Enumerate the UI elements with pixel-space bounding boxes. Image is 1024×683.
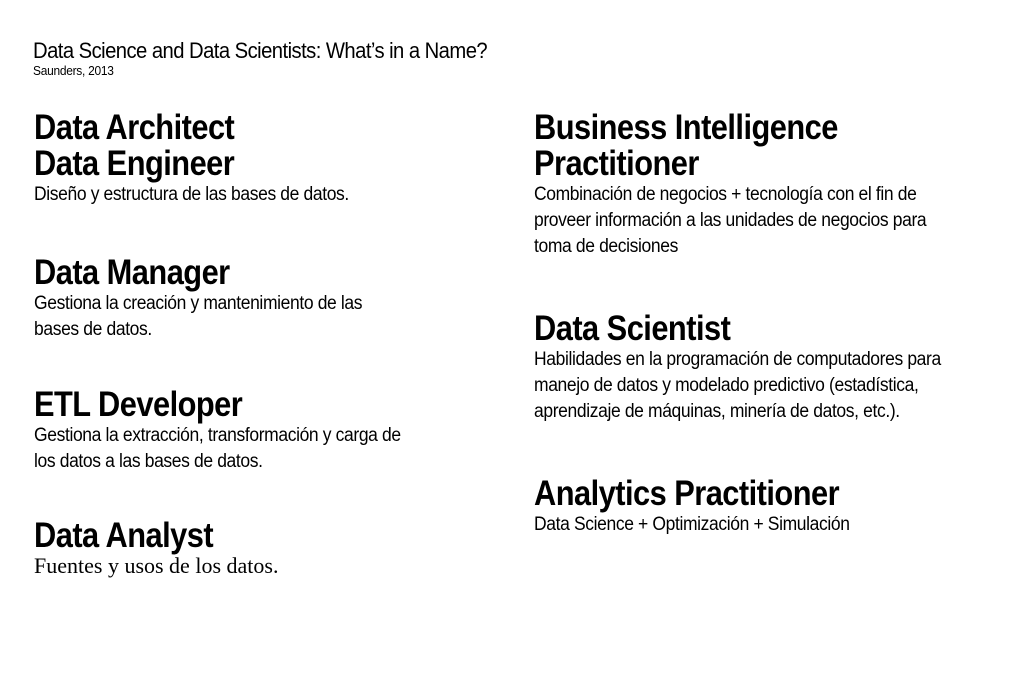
slide-header: Data Science and Data Scientists: What’s… xyxy=(33,38,527,78)
slide-citation: Saunders, 2013 xyxy=(33,63,114,78)
role-block-business-intelligence: Business Intelligence Practitioner Combi… xyxy=(534,110,960,260)
role-description-line: manejo de datos y modelado predictivo (e… xyxy=(534,375,919,396)
role-description-line: toma de decisiones xyxy=(534,236,678,257)
role-block-data-analyst: Data Analyst Fuentes y usos de los datos… xyxy=(34,518,278,578)
role-description-line: Combinación de negocios + tecnología con… xyxy=(534,184,917,205)
role-title-analytics-practitioner: Analytics Practitioner xyxy=(534,474,840,513)
role-description-line: Gestiona la extracción, transformación y… xyxy=(34,425,401,446)
role-title-business-intelligence: Business Intelligence xyxy=(534,108,838,147)
role-title-data-engineer: Data Engineer xyxy=(34,144,235,183)
role-description-line: Gestiona la creación y mantenimiento de … xyxy=(34,293,363,314)
role-description-line: aprendizaje de máquinas, minería de dato… xyxy=(534,401,900,422)
slide-title: Data Science and Data Scientists: What’s… xyxy=(33,38,488,63)
role-description-line: Diseño y estructura de las bases de dato… xyxy=(34,184,349,205)
role-block-etl-developer: ETL Developer Gestiona la extracción, tr… xyxy=(34,387,433,475)
role-title-data-architect: Data Architect xyxy=(34,108,235,147)
role-title-data-analyst: Data Analyst xyxy=(34,516,214,555)
role-title-etl-developer: ETL Developer xyxy=(34,385,243,424)
role-block-analytics-practitioner: Analytics Practitioner Data Science + Op… xyxy=(534,476,881,538)
role-block-data-architect-engineer: Data Architect Data Engineer Diseño y es… xyxy=(34,110,376,208)
role-block-data-manager: Data Manager Gestiona la creación y mant… xyxy=(34,255,391,343)
role-title-practitioner: Practitioner xyxy=(534,144,699,183)
role-description-line: los datos a las bases de datos. xyxy=(34,451,263,472)
role-block-data-scientist: Data Scientist Habilidades en la program… xyxy=(534,311,976,425)
role-description-line: Habilidades en la programación de comput… xyxy=(534,349,941,370)
role-title-data-scientist: Data Scientist xyxy=(534,309,731,348)
role-description-line: proveer información a las unidades de ne… xyxy=(534,210,927,231)
role-title-data-manager: Data Manager xyxy=(34,253,230,292)
role-description-line: bases de datos. xyxy=(34,319,152,340)
role-description-line: Data Science + Optimización + Simulación xyxy=(534,514,850,535)
role-description-line: Fuentes y usos de los datos. xyxy=(34,553,279,578)
